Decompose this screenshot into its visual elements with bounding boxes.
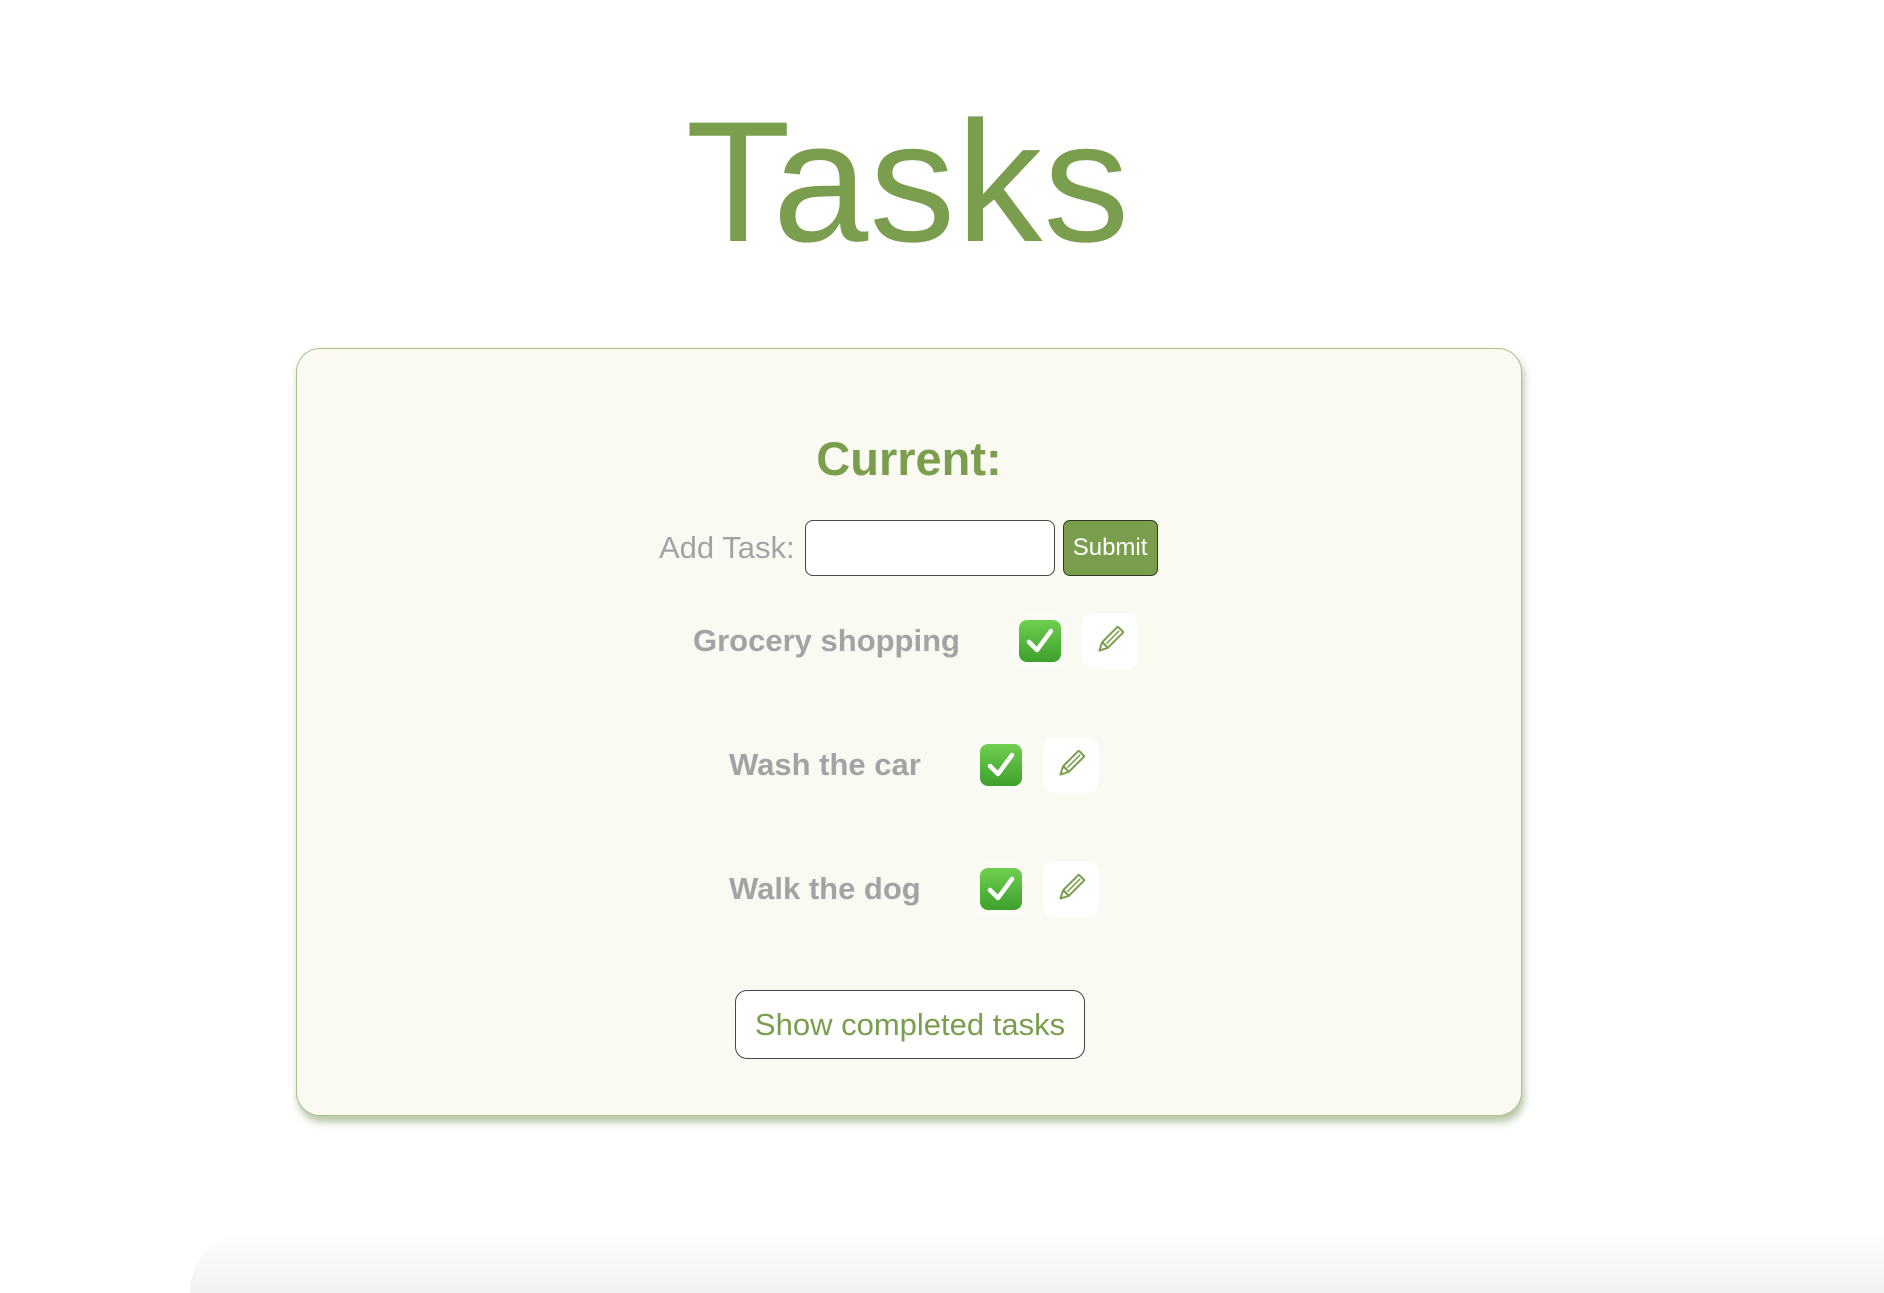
current-tasks-card: Current: Add Task: Submit Grocery shoppi…: [296, 348, 1522, 1116]
task-label: Walk the dog: [729, 871, 921, 906]
check-mark-button-icon: [979, 744, 1022, 786]
edit-task-button[interactable]: [1081, 613, 1138, 669]
page-title: Tasks: [685, 86, 1131, 278]
check-mark-button-icon: [979, 868, 1022, 910]
page: Tasks Current: Add Task: Submit Grocery …: [0, 0, 1884, 1293]
pencil-icon: [1054, 747, 1088, 784]
task-item: Walk the dog: [729, 861, 1099, 917]
check-mark-button-icon: [1018, 620, 1061, 662]
task-label: Grocery shopping: [693, 623, 960, 658]
current-heading: Current:: [816, 432, 1002, 485]
complete-task-button[interactable]: [972, 861, 1029, 917]
pencil-icon: [1093, 623, 1127, 660]
task-item: Grocery shopping: [693, 613, 1138, 669]
add-task-form: Add Task: Submit: [659, 519, 1158, 577]
complete-task-button[interactable]: [1011, 613, 1068, 669]
submit-button[interactable]: Submit: [1062, 520, 1158, 576]
edit-task-button[interactable]: [1042, 861, 1099, 917]
show-completed-tasks-button[interactable]: Show completed tasks: [735, 990, 1085, 1059]
bottom-shadow: [190, 1232, 1884, 1293]
add-task-input[interactable]: [804, 520, 1055, 576]
task-item: Wash the car: [729, 737, 1099, 793]
task-label: Wash the car: [729, 747, 921, 782]
add-task-label: Add Task:: [659, 530, 795, 565]
pencil-icon: [1054, 871, 1088, 908]
complete-task-button[interactable]: [972, 737, 1029, 793]
edit-task-button[interactable]: [1042, 737, 1099, 793]
